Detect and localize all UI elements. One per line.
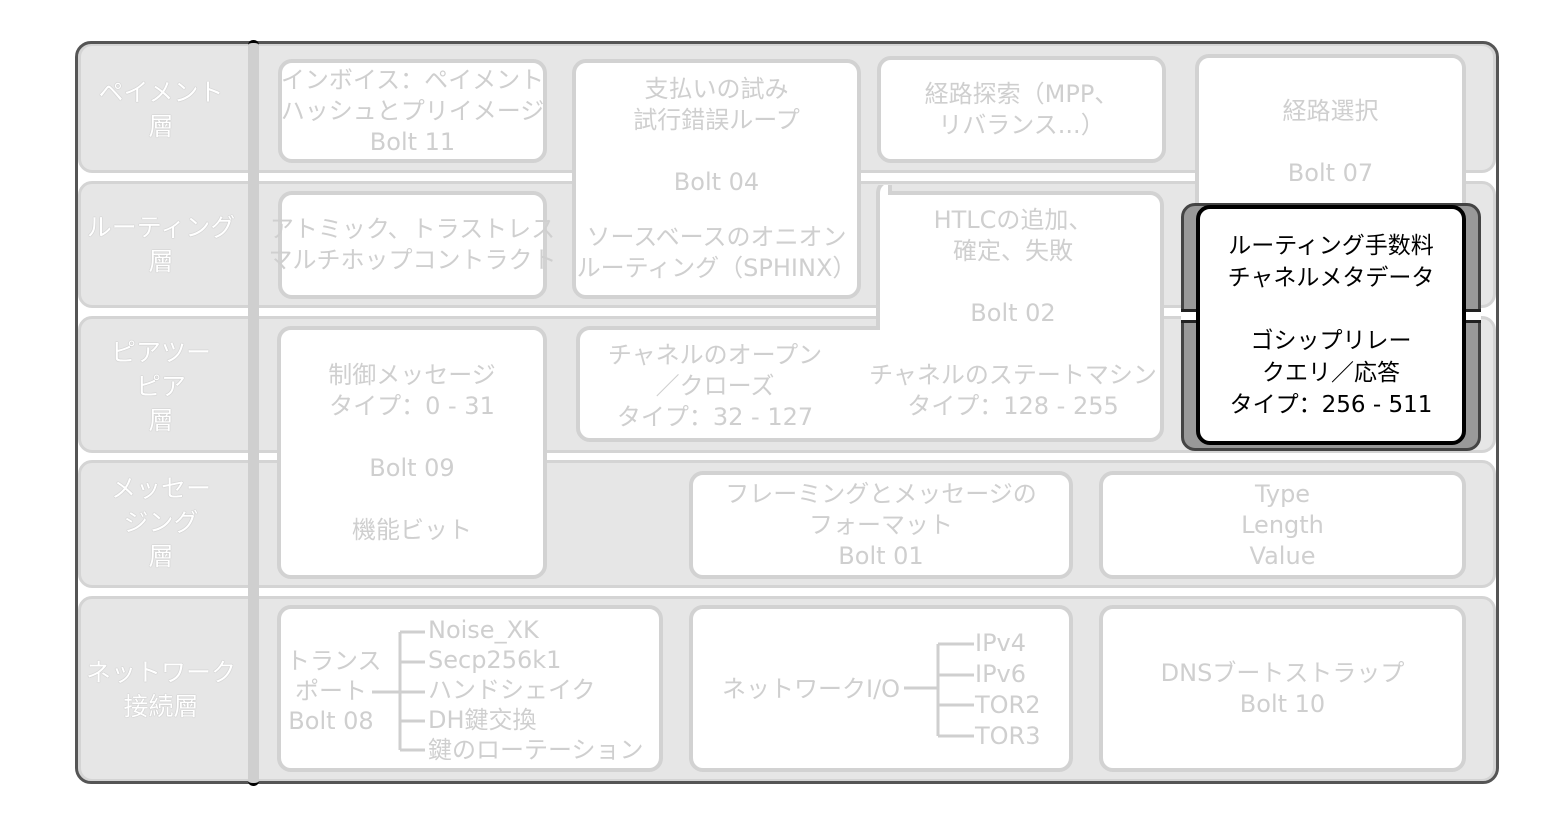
highlight-connector-right: [1465, 309, 1481, 323]
network-io-label: ネットワークI/O: [722, 675, 901, 703]
atomic-contract-box: アトミック、トラストレス マルチホップコントラクト: [269, 191, 557, 299]
framing-box: フレーミングとメッセージの フォーマット Bolt 01: [689, 471, 1073, 579]
layer-label-network: ネットワーク 接続層: [85, 658, 236, 721]
transport-tree-lines: [372, 630, 425, 752]
layer-label-p2p: ピアツー ピア層: [110, 338, 211, 435]
htlc-box: HTLCの追加、 確定、失敗 Bolt 02 チャネルのステートマシン タイプ：128 …: [869, 206, 1157, 420]
vertical-divider: [248, 40, 259, 786]
control-messages-box: 制御メッセージ タイプ：0 - 31 Bolt 09 機能ビット: [277, 326, 547, 579]
network-io-items: IPv4 IPv6 TOR2 TOR3: [975, 629, 1041, 750]
channel-open-close-box: チャネルのオープン ／クローズ タイプ：32 - 127: [607, 340, 823, 431]
dns-bootstrap-box: DNSブートストラップ Bolt 10: [1099, 605, 1466, 772]
layer-label-routing: ルーティング層: [86, 213, 236, 276]
highlight-connector-left: [1181, 309, 1197, 323]
tlv-box: Type Length Value: [1099, 471, 1466, 579]
pathfinding-box: 経路探索（MPP、 リバランス...）: [877, 56, 1166, 163]
transport-items: Noise_XK Secp256k1 ハンドシェイク DH鍵交換 鍵のローテーション: [428, 616, 644, 764]
transport-label: トランス ポート Bolt 08: [286, 647, 382, 735]
gossip-box: ルーティング手数料 チャネルメタデータ ゴシップリレー クエリ／応答 タイプ：256 -…: [1196, 205, 1466, 445]
network-io-tree-lines: [904, 642, 974, 738]
layer-label-messaging: メッセー ジング層: [110, 474, 211, 571]
layer-label-payment: ペイメント層: [98, 78, 224, 141]
invoice-box: インボイス：ペイメント ハッシュとプリイメージ Bolt 11: [278, 59, 547, 163]
